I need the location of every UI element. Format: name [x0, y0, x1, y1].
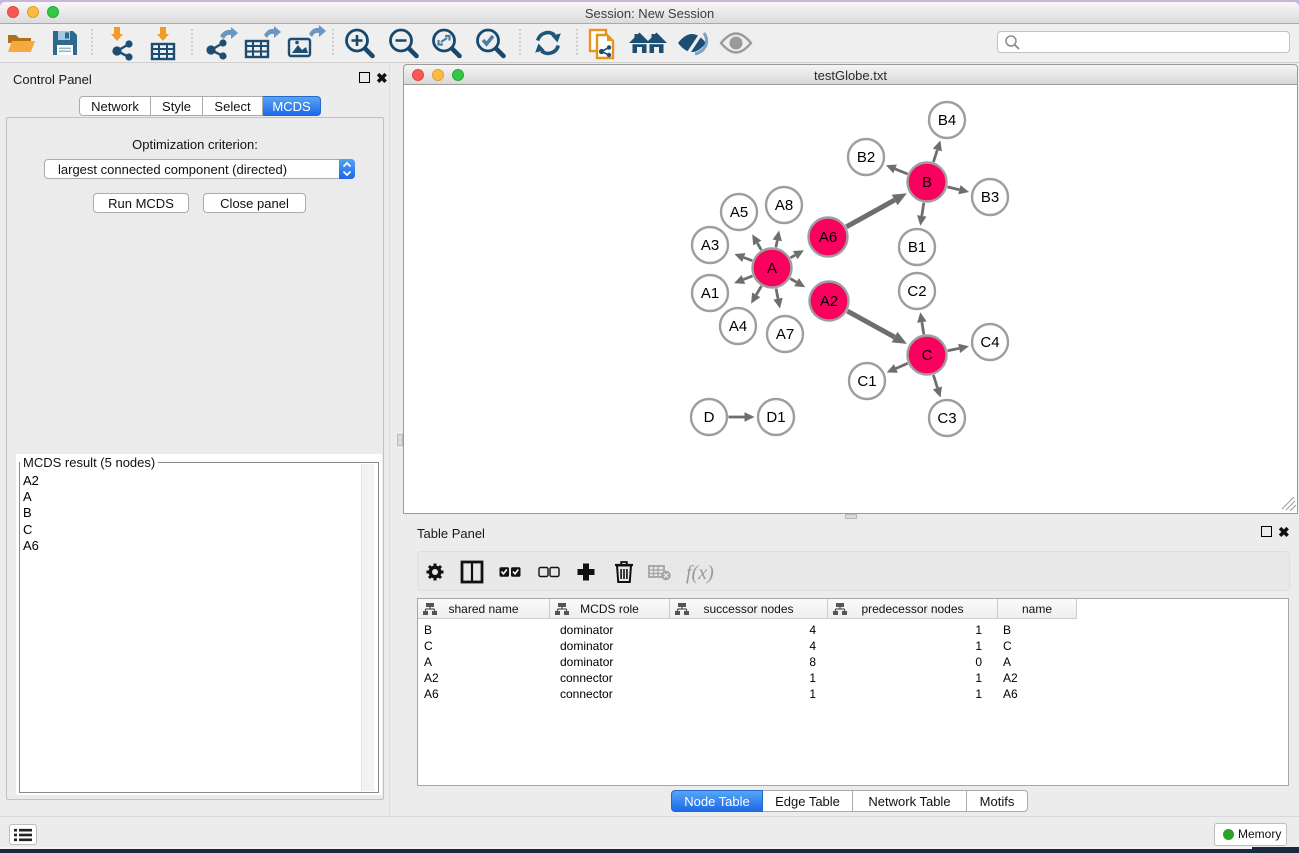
- svg-text:A7: A7: [776, 326, 794, 343]
- svg-text:D1: D1: [766, 409, 785, 426]
- svg-text:A5: A5: [730, 204, 748, 221]
- svg-text:B3: B3: [981, 189, 999, 206]
- svg-text:A6: A6: [819, 229, 837, 246]
- svg-text:B4: B4: [938, 112, 956, 129]
- svg-text:A3: A3: [701, 237, 719, 254]
- svg-text:C3: C3: [937, 410, 956, 427]
- svg-text:C4: C4: [980, 334, 999, 351]
- svg-text:A2: A2: [820, 293, 838, 310]
- svg-text:A8: A8: [775, 197, 793, 214]
- svg-text:A: A: [767, 260, 777, 277]
- svg-text:B1: B1: [908, 239, 926, 256]
- svg-text:A1: A1: [701, 285, 719, 302]
- svg-text:C1: C1: [857, 373, 876, 390]
- svg-text:C: C: [922, 347, 933, 364]
- svg-text:C2: C2: [907, 283, 926, 300]
- svg-text:D: D: [704, 409, 715, 426]
- svg-text:B2: B2: [857, 149, 875, 166]
- svg-text:B: B: [922, 174, 932, 191]
- svg-text:f(x): f(x): [686, 562, 714, 584]
- svg-text:A4: A4: [729, 318, 747, 335]
